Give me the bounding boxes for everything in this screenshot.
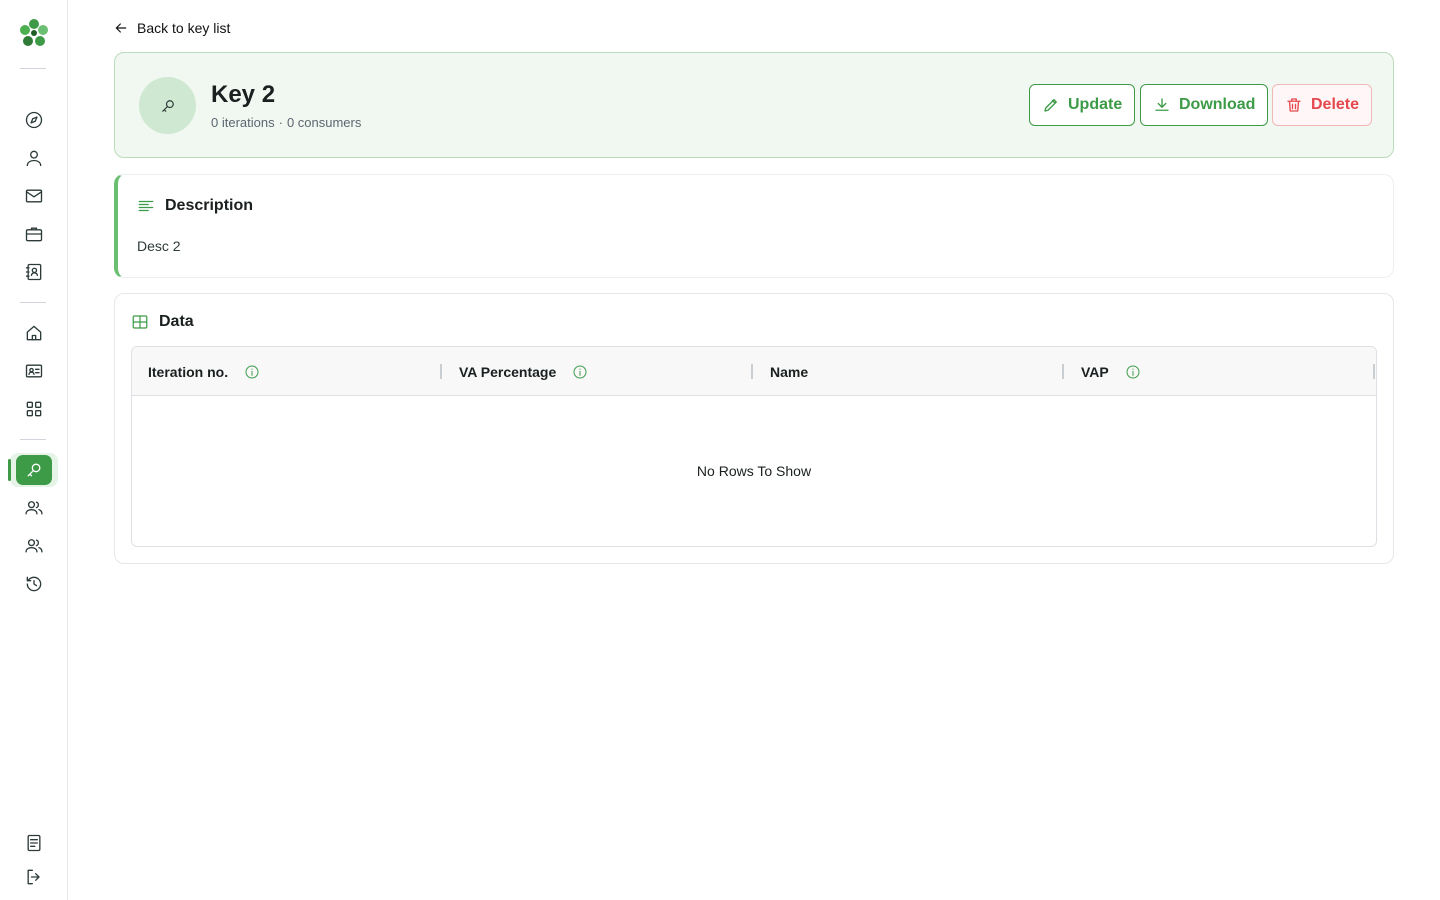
logout-icon: [27, 869, 40, 885]
home-icon: [26, 325, 42, 341]
briefcase-icon: [25, 227, 43, 242]
sidebar-item-mail[interactable]: [10, 179, 58, 213]
column-header-iteration[interactable]: Iteration no.: [132, 347, 443, 396]
sidebar-divider: [20, 439, 46, 440]
sidebar: [0, 0, 68, 900]
key-icon: [27, 463, 41, 477]
sidebar-divider: [20, 302, 46, 303]
apps-grid-icon: [26, 401, 42, 417]
contacts-icon: [25, 263, 42, 281]
description-heading-label: Description: [165, 197, 254, 214]
key-header-card: Key 2 0 iterations · 0 consumers Update …: [114, 52, 1394, 158]
active-nav-chip: [16, 455, 52, 485]
column-header-va-percentage[interactable]: VA Percentage: [443, 347, 754, 396]
sidebar-item-home[interactable]: [10, 316, 58, 350]
stats-separator: ·: [278, 115, 283, 130]
app-logo-icon[interactable]: [18, 17, 50, 49]
sidebar-item-apps[interactable]: [10, 392, 58, 426]
sidebar-item-profile[interactable]: [10, 141, 58, 175]
sidebar-item-id-card[interactable]: [10, 354, 58, 388]
column-header-label: VA Percentage: [459, 363, 557, 380]
column-header-label: Name: [770, 363, 809, 380]
info-icon[interactable]: [1125, 364, 1141, 380]
sidebar-item-users[interactable]: [10, 491, 58, 525]
consumers-count: 0 consumers: [286, 115, 362, 130]
update-button[interactable]: Update: [1029, 84, 1136, 126]
table-icon: [132, 315, 148, 329]
info-icon[interactable]: [244, 364, 260, 380]
mail-icon: [25, 189, 43, 203]
column-resize-handle[interactable]: [1062, 364, 1064, 379]
column-resize-handle[interactable]: [1373, 364, 1375, 379]
user-icon: [26, 150, 42, 167]
update-button-label: Update: [1068, 96, 1123, 113]
document-icon: [27, 834, 41, 852]
data-card: Data Iteration no. VA Percentage Name VA…: [114, 293, 1394, 564]
compass-icon: [25, 111, 43, 129]
column-resize-handle[interactable]: [751, 364, 753, 379]
empty-rows-message: No Rows To Show: [696, 463, 812, 479]
iterations-count: 0 iterations: [211, 115, 275, 130]
sidebar-item-team[interactable]: [10, 529, 58, 563]
id-card-icon: [25, 364, 43, 378]
column-header-label: Iteration no.: [148, 363, 229, 380]
key-stats: 0 iterations · 0 consumers: [211, 115, 361, 130]
delete-button-label: Delete: [1311, 96, 1360, 113]
sidebar-item-contacts[interactable]: [10, 255, 58, 289]
arrow-left-icon: [115, 23, 127, 33]
sidebar-divider: [20, 68, 46, 69]
data-grid: Iteration no. VA Percentage Name VAP No …: [131, 346, 1377, 547]
key-icon: [161, 99, 174, 112]
pencil-icon: [1044, 99, 1057, 112]
download-icon: [1155, 98, 1169, 111]
team-icon: [25, 539, 43, 553]
users-icon: [25, 501, 43, 515]
back-link-label: Back to key list: [137, 20, 231, 36]
sidebar-item-docs[interactable]: [10, 826, 58, 860]
sidebar-item-history[interactable]: [10, 567, 58, 601]
column-header-vap[interactable]: VAP: [1065, 347, 1376, 396]
description-heading: Description: [137, 197, 253, 215]
sidebar-item-keys[interactable]: [8, 453, 58, 487]
delete-button[interactable]: Delete: [1272, 84, 1373, 126]
data-heading: Data: [131, 313, 194, 331]
column-header-name[interactable]: Name: [754, 347, 1065, 396]
sidebar-item-logout[interactable]: [10, 860, 58, 894]
column-resize-handle[interactable]: [440, 364, 442, 379]
key-avatar: [139, 77, 196, 134]
back-to-key-list-link[interactable]: Back to key list: [113, 20, 230, 36]
trash-icon: [1287, 98, 1301, 112]
sidebar-item-explore[interactable]: [10, 103, 58, 137]
download-button[interactable]: Download: [1140, 84, 1269, 126]
grid-header-row: Iteration no. VA Percentage Name VAP: [132, 347, 1376, 396]
column-header-label: VAP: [1081, 363, 1109, 380]
history-icon: [26, 576, 42, 592]
sidebar-item-work[interactable]: [10, 217, 58, 251]
download-button-label: Download: [1179, 96, 1256, 113]
text-align-icon: [138, 200, 154, 212]
description-text: Desc 2: [137, 238, 181, 254]
page-title: Key 2: [211, 81, 276, 108]
description-card: Description Desc 2: [114, 174, 1394, 278]
data-heading-label: Data: [159, 313, 194, 330]
info-icon[interactable]: [572, 364, 588, 380]
